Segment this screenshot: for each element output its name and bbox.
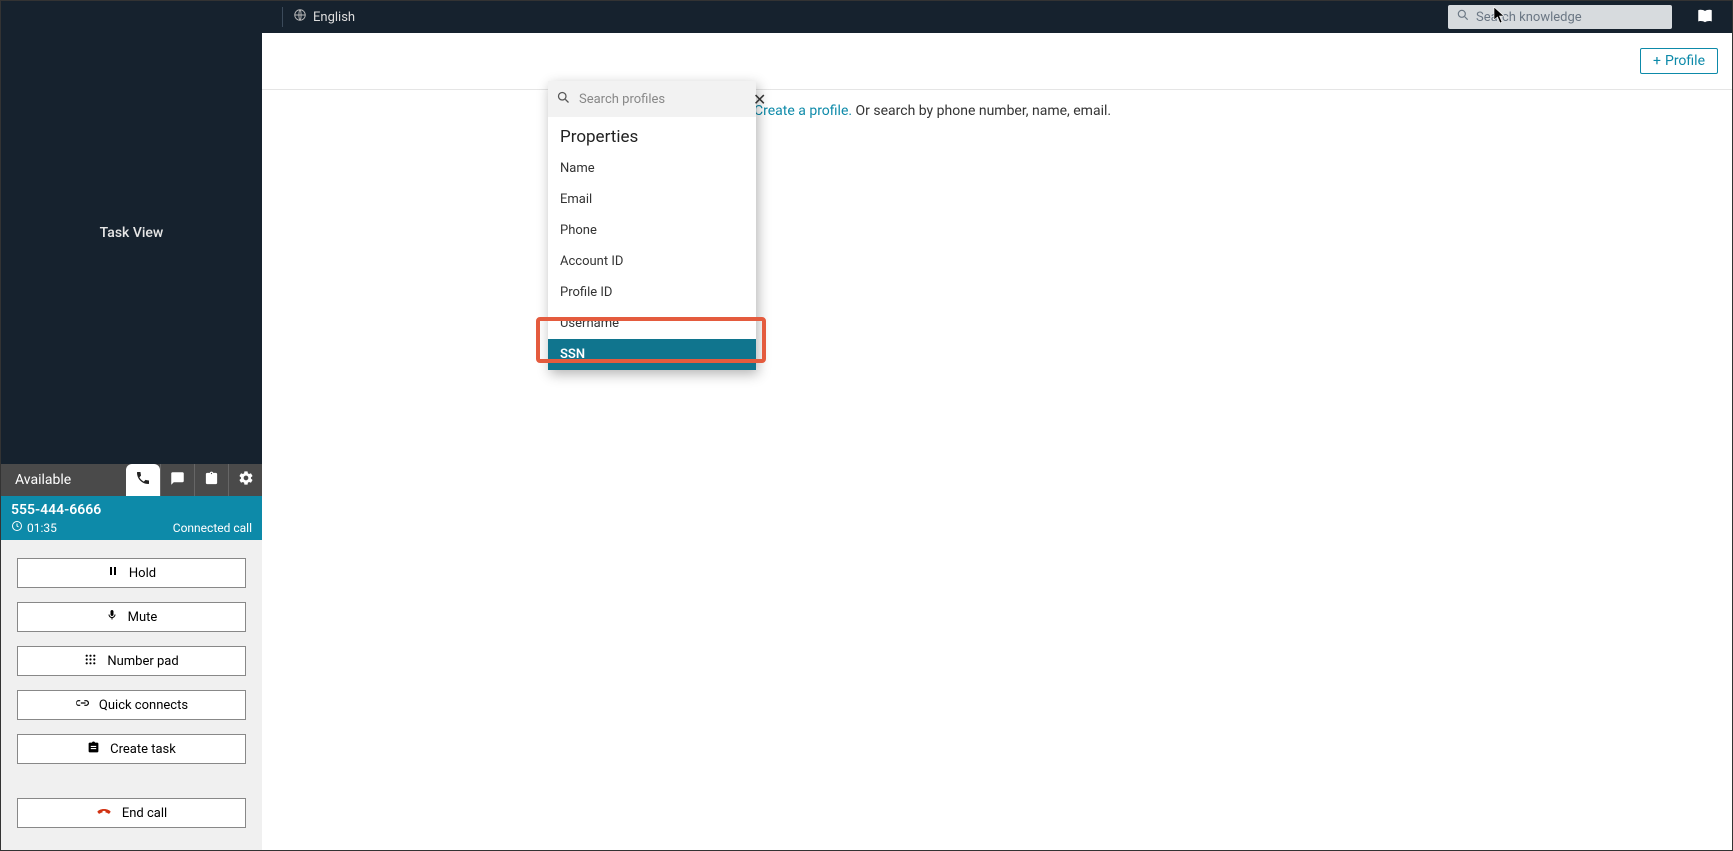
hold-label: Hold [129,566,156,581]
language-selector[interactable]: English [282,7,355,27]
search-profiles-panel: ✕ Properties Name Email Phone Account ID… [548,81,756,370]
clipboard-icon [204,471,219,490]
numpad-button[interactable]: Number pad [17,646,246,676]
tab-chat[interactable] [160,464,194,496]
knowledge-search-input[interactable] [1476,10,1664,25]
numpad-label: Number pad [107,654,178,669]
create-profile-link[interactable]: Create a profile. [754,103,852,119]
call-state: Connected call [173,521,252,535]
tab-tasks[interactable] [194,464,228,496]
tab-settings[interactable] [228,464,262,496]
hangup-icon [96,804,112,822]
task-view-label: Task View [1,1,262,464]
search-icon [556,90,571,109]
status-text: Available [15,472,126,488]
topbar-book-icon[interactable] [1692,4,1718,30]
call-timer: 01:35 [11,520,57,535]
status-tabs [126,464,262,496]
knowledge-search[interactable] [1448,5,1672,29]
quick-label: Quick connects [99,698,188,713]
properties-title: Properties [548,117,756,153]
tab-phone[interactable] [126,464,160,496]
status-bar: Available [1,464,262,496]
prop-item-account-id[interactable]: Account ID [548,246,756,277]
hold-button[interactable]: Hold [17,558,246,588]
end-call-button[interactable]: End call [17,798,246,828]
mute-button[interactable]: Mute [17,602,246,632]
chat-icon [170,471,185,490]
topbar: English [262,1,1732,33]
task-icon [87,741,100,758]
profile-header: + Profile [262,33,1732,90]
prop-item-profile-id[interactable]: Profile ID [548,277,756,308]
mic-icon [106,608,118,626]
content-area: + Profile Create a profile. Or search by… [262,33,1732,850]
search-icon [1456,8,1470,26]
call-number: 555-444-6666 [11,502,252,518]
link-icon [75,696,89,714]
prop-item-ssn[interactable]: SSN [548,339,756,370]
gear-icon [238,470,254,490]
call-duration: 01:35 [27,521,57,535]
call-info: 555-444-6666 01:35 Connected call [1,496,262,540]
quick-connects-button[interactable]: Quick connects [17,690,246,720]
search-input-row: ✕ [548,81,756,117]
app-root: Task View Available [0,0,1733,851]
hint-rest: Or search by phone number, name, email. [852,103,1111,119]
clock-icon [11,520,23,535]
prop-item-phone[interactable]: Phone [548,215,756,246]
close-icon[interactable]: ✕ [753,90,766,109]
call-controls: Hold Mute Number pad Quick connects Crea… [1,540,262,850]
mute-label: Mute [128,610,158,625]
grid-icon [84,653,97,670]
property-list: Name Email Phone Account ID Profile ID U… [548,153,756,370]
prop-item-name[interactable]: Name [548,153,756,184]
sidebar: Task View Available [1,1,262,850]
prop-item-username[interactable]: Username [548,308,756,339]
create-task-button[interactable]: Create task [17,734,246,764]
language-label: English [313,10,355,25]
add-profile-button[interactable]: + Profile [1640,48,1718,74]
hint-text: Create a profile. Or search by phone num… [754,103,1111,119]
pause-icon [107,565,119,581]
globe-icon [293,8,307,26]
call-meta: 01:35 Connected call [11,520,252,535]
main: English + Profile Create a profi [262,1,1732,850]
phone-icon [135,470,151,490]
create-task-label: Create task [110,742,176,757]
profile-button-label: Profile [1665,53,1705,69]
prop-item-email[interactable]: Email [548,184,756,215]
end-label: End call [122,806,167,821]
search-profiles-input[interactable] [579,92,745,107]
plus-icon: + [1653,53,1661,69]
